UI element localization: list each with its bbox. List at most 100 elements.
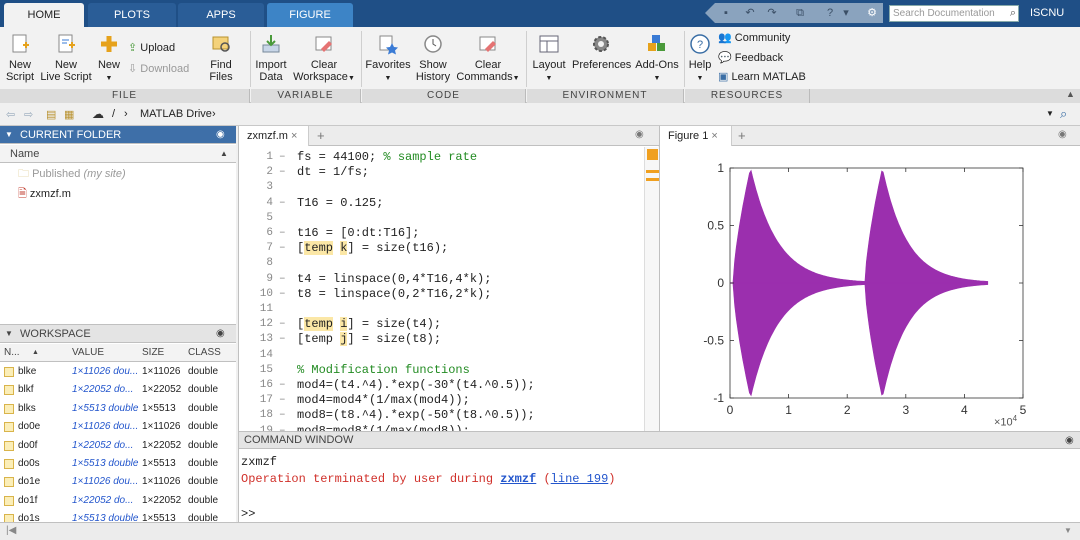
code-line[interactable]: [temp j] = size(t8); bbox=[297, 332, 441, 347]
breakpoint-marker[interactable]: – bbox=[279, 150, 289, 165]
layout-button[interactable]: Layout ▼ bbox=[532, 33, 566, 85]
error-function-link[interactable]: zxmzf bbox=[500, 472, 536, 486]
warning-indicator-icon[interactable] bbox=[647, 149, 658, 160]
close-icon[interactable]: × bbox=[291, 130, 297, 142]
save-icon[interactable]: ▪ bbox=[719, 6, 733, 20]
line-number[interactable]: 14 bbox=[239, 348, 273, 363]
breakpoint-marker[interactable] bbox=[279, 363, 289, 378]
collapse-icon[interactable]: ▼ bbox=[5, 126, 13, 144]
preferences-button[interactable]: Preferences bbox=[572, 33, 631, 71]
download-button[interactable]: ⇩ Download bbox=[128, 62, 189, 76]
line-number[interactable]: 13 bbox=[239, 332, 273, 347]
clear-commands-button[interactable]: Clear Commands▼ bbox=[456, 33, 520, 85]
command-window[interactable]: COMMAND WINDOW ◉ zxmzf Operation termina… bbox=[238, 431, 1080, 522]
breakpoint-marker[interactable]: – bbox=[279, 378, 289, 393]
workspace-row[interactable]: do1e 1×11026 dou... 1×11026 double bbox=[0, 473, 236, 491]
code-line[interactable]: dt = 1/fs; bbox=[297, 165, 369, 180]
line-number[interactable]: 11 bbox=[239, 302, 273, 317]
panel-actions-icon[interactable]: ◉ bbox=[635, 129, 644, 140]
import-data-button[interactable]: Import Data bbox=[254, 33, 288, 83]
line-number[interactable]: 15 bbox=[239, 363, 273, 378]
code-line[interactable]: T16 = 0.125; bbox=[297, 196, 383, 211]
feedback-link[interactable]: 💬 Feedback bbox=[718, 51, 783, 65]
error-line-link[interactable]: line 199 bbox=[551, 472, 609, 486]
undo-icon[interactable]: ↶ bbox=[743, 6, 757, 20]
tab-apps[interactable]: APPS bbox=[178, 3, 264, 27]
line-number[interactable]: 3 bbox=[239, 180, 273, 195]
breakpoint-marker[interactable]: – bbox=[279, 317, 289, 332]
published-folder[interactable]: 🗀 Published (my site) bbox=[18, 166, 126, 182]
breakpoint-marker[interactable]: – bbox=[279, 196, 289, 211]
code-line[interactable]: [temp k] = size(t16); bbox=[297, 241, 448, 256]
breakpoint-marker[interactable]: – bbox=[279, 287, 289, 302]
code-line[interactable]: mod8=(t8.^4).*exp(-50*(t8.^0.5)); bbox=[297, 408, 535, 423]
code-line[interactable]: mod8=mod8*(1/max(mod8)); bbox=[297, 424, 470, 431]
code-area[interactable]: 1– fs = 44100; % sample rate 2– dt = 1/fs; 3… bbox=[239, 148, 643, 431]
path-root[interactable]: / bbox=[112, 108, 115, 120]
line-number[interactable]: 2 bbox=[239, 165, 273, 180]
settings-icon[interactable]: ⚙ bbox=[865, 6, 879, 20]
new-button[interactable]: New ▼ bbox=[96, 33, 122, 85]
new-live-script-button[interactable]: New Live Script bbox=[40, 33, 92, 83]
panel-actions-icon[interactable]: ◉ bbox=[1065, 432, 1074, 449]
line-number[interactable]: 5 bbox=[239, 211, 273, 226]
back-icon[interactable]: ⇦ bbox=[6, 108, 15, 121]
workspace-row[interactable]: do0f 1×22052 do... 1×22052 double bbox=[0, 437, 236, 455]
line-number[interactable]: 8 bbox=[239, 256, 273, 271]
editor-scrollbar[interactable] bbox=[644, 147, 659, 431]
code-line[interactable]: mod4=(t4.^4).*exp(-30*(t4.^0.5)); bbox=[297, 378, 535, 393]
up-folder-icon[interactable]: ▤ bbox=[46, 108, 56, 121]
tab-figure[interactable]: FIGURE bbox=[267, 3, 353, 27]
line-number[interactable]: 7 bbox=[239, 241, 273, 256]
community-link[interactable]: 👥 Community bbox=[718, 31, 790, 45]
help-button[interactable]: ? Help ▼ bbox=[688, 33, 712, 85]
command-prompt[interactable]: >> bbox=[241, 506, 255, 522]
line-number[interactable]: 9 bbox=[239, 272, 273, 287]
col-value[interactable]: VALUE bbox=[72, 344, 104, 362]
browse-folder-icon[interactable]: ▦ bbox=[64, 108, 74, 121]
plot-svg[interactable]: 0 1 2 3 4 510.50-0.5-1 bbox=[660, 146, 1080, 431]
line-number[interactable]: 12 bbox=[239, 317, 273, 332]
forward-icon[interactable]: ⇨ bbox=[24, 108, 33, 121]
workspace-row[interactable]: do0e 1×11026 dou... 1×11026 double bbox=[0, 418, 236, 436]
search-icon[interactable]: ⌕ bbox=[1060, 106, 1067, 122]
add-ons-button[interactable]: Add-Ons ▼ bbox=[634, 33, 680, 85]
new-script-button[interactable]: New Script bbox=[4, 33, 36, 83]
breakpoint-marker[interactable]: – bbox=[279, 165, 289, 180]
workspace-row[interactable]: blkf 1×22052 do... 1×22052 double bbox=[0, 381, 236, 399]
user-account[interactable]: ISCNU bbox=[1030, 4, 1064, 22]
add-tab-icon[interactable]: + bbox=[317, 128, 325, 143]
search-documentation-input[interactable]: Search Documentation ⌕ bbox=[889, 5, 1019, 22]
add-tab-icon[interactable]: + bbox=[738, 128, 746, 143]
line-number[interactable]: 4 bbox=[239, 196, 273, 211]
breakpoint-marker[interactable]: – bbox=[279, 332, 289, 347]
file-zxmzf[interactable]: 🗎 zxmzf.m bbox=[18, 186, 71, 202]
help-icon[interactable]: ? bbox=[823, 6, 837, 20]
code-line[interactable]: mod4=mod4*(1/max(mod4)); bbox=[297, 393, 470, 408]
clear-workspace-button[interactable]: Clear Workspace▼ bbox=[292, 33, 356, 85]
breakpoint-marker[interactable]: – bbox=[279, 393, 289, 408]
upload-button[interactable]: ⇪ Upload bbox=[128, 41, 175, 55]
workspace-row[interactable]: blks 1×5513 double 1×5513 double bbox=[0, 400, 236, 418]
breakpoint-marker[interactable] bbox=[279, 348, 289, 363]
breakpoint-marker[interactable]: – bbox=[279, 424, 289, 431]
workspace-row[interactable]: do1f 1×22052 do... 1×22052 double bbox=[0, 492, 236, 510]
switch-windows-icon[interactable]: ⧉ bbox=[793, 6, 807, 20]
close-icon[interactable]: × bbox=[711, 130, 717, 142]
favorites-button[interactable]: Favorites ▼ bbox=[364, 33, 412, 85]
tab-home[interactable]: HOME bbox=[4, 3, 84, 27]
breakpoint-marker[interactable]: – bbox=[279, 272, 289, 287]
workspace-row[interactable]: do0s 1×5513 double 1×5513 double bbox=[0, 455, 236, 473]
figure-tab[interactable]: Figure 1 × bbox=[660, 126, 732, 146]
code-line[interactable]: % Modification functions bbox=[297, 363, 470, 378]
code-line[interactable]: t8 = linspace(0,2*T16,2*k); bbox=[297, 287, 491, 302]
panel-actions-icon[interactable]: ◉ bbox=[216, 126, 225, 144]
breakpoint-marker[interactable] bbox=[279, 180, 289, 195]
col-name[interactable]: N... bbox=[4, 344, 20, 362]
breakpoint-marker[interactable] bbox=[279, 302, 289, 317]
line-number[interactable]: 18 bbox=[239, 408, 273, 423]
tab-plots[interactable]: PLOTS bbox=[88, 3, 176, 27]
workspace-row[interactable]: blke 1×11026 dou... 1×11026 double bbox=[0, 363, 236, 381]
status-left-icon[interactable]: |◀ bbox=[6, 525, 16, 536]
search-icon[interactable]: ⌕ bbox=[1010, 6, 1016, 21]
